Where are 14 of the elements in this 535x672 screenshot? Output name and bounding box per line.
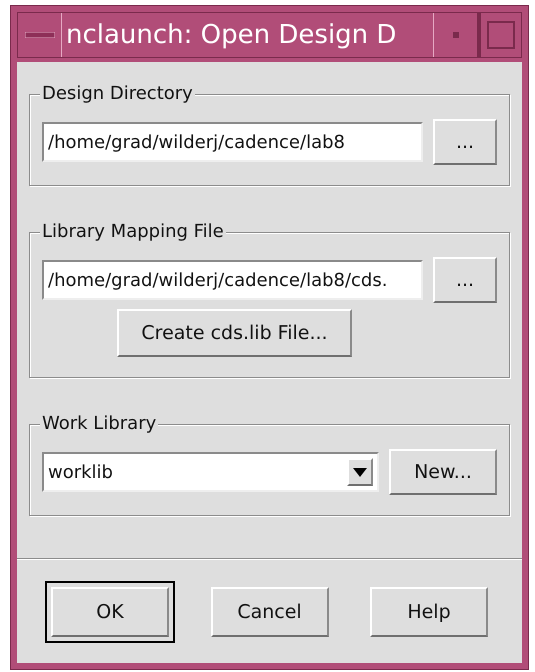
new-button[interactable]: New... [389, 449, 497, 495]
group-title: Library Mapping File [40, 220, 226, 244]
square-icon [487, 21, 515, 49]
browse-button[interactable]: ... [433, 257, 497, 303]
library-dropdown[interactable]: worklib [42, 452, 379, 492]
dash-icon [24, 32, 54, 38]
group-title: Design Directory [40, 82, 195, 106]
path-field[interactable]: /home/grad/wilderj/cadence/lab8 [42, 122, 423, 162]
create-file-button[interactable]: Create cds.lib File... [117, 309, 352, 357]
browse-button[interactable]: ... [433, 119, 497, 165]
path-field[interactable]: /home/grad/wilderj/cadence/lab8/cds. [42, 260, 423, 300]
dialog-button[interactable]: OK [45, 581, 175, 643]
group-title: Work Library [40, 412, 158, 436]
window-title: nclaunch: Open Design D [65, 19, 398, 52]
